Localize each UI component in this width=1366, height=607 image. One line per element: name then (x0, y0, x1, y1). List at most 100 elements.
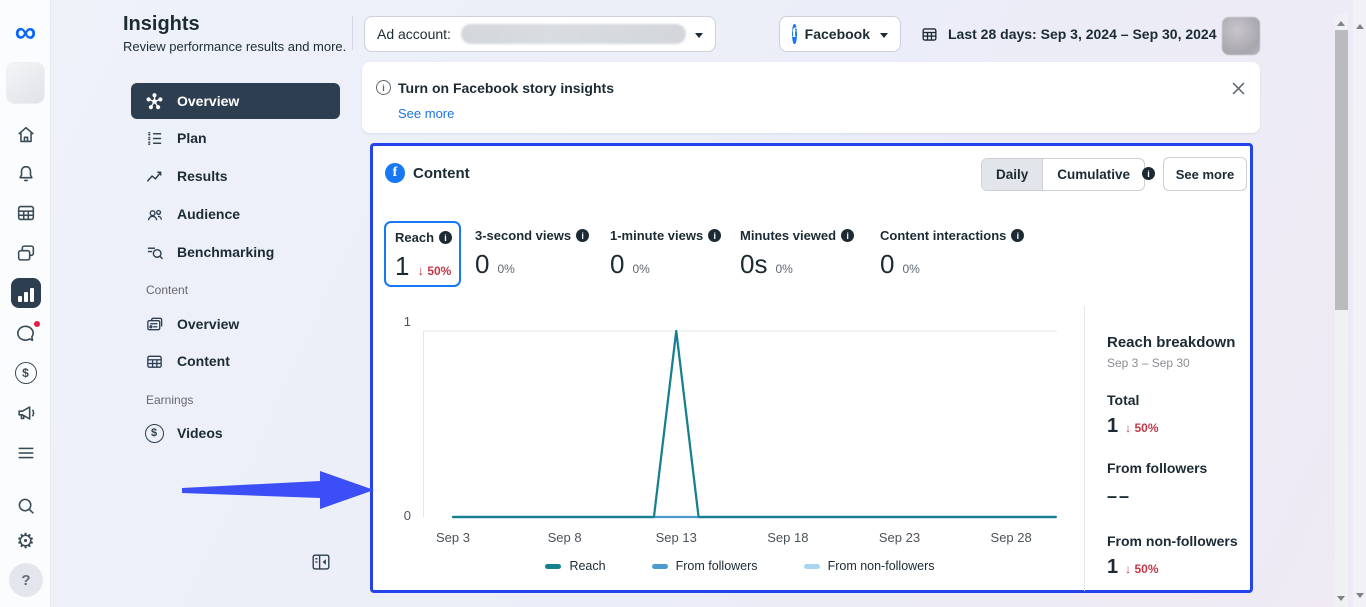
banner-see-more-link[interactable]: See more (398, 106, 454, 121)
ad-account-label: Ad account: (377, 26, 451, 42)
metric-1-minute-views[interactable]: 1-minute viewsi 00% (610, 228, 721, 280)
sidebar-item-audience[interactable]: Audience (131, 196, 340, 232)
metric-label: Content interactions (880, 228, 1006, 243)
metric-delta: 0% (497, 262, 514, 276)
sidebar-item-label: Benchmarking (177, 244, 274, 260)
metric-minutes-viewed[interactable]: Minutes viewedi 0s0% (740, 228, 854, 280)
inbox-chat-icon[interactable] (0, 318, 51, 348)
post-card-icon (144, 314, 164, 334)
breakdown-row-value: 1 ↓ 50% (1107, 556, 1256, 579)
reach-line-chart[interactable] (423, 321, 1057, 528)
date-range-label: Last 28 days: Sep 3, 2024 – Sep 30, 2024 (948, 26, 1217, 42)
all-tools-menu-icon[interactable] (0, 438, 51, 468)
settings-gear-icon[interactable]: ⚙ (0, 527, 51, 557)
sidebar-item-label: Overview (177, 93, 239, 109)
planner-calendar-icon[interactable] (0, 198, 51, 228)
legend-item-from-followers[interactable]: From followers (652, 559, 758, 573)
sidebar-item-videos[interactable]: $ Videos (131, 415, 340, 451)
breakdown-title: Reach breakdown (1107, 334, 1256, 351)
table-grid-icon (144, 351, 164, 371)
sidebar-item-content-content[interactable]: Content (131, 343, 340, 379)
info-icon[interactable]: i (1142, 167, 1155, 180)
calendar-icon (920, 25, 939, 44)
page-subtitle: Review performance results and more. (123, 39, 346, 54)
notifications-bell-icon[interactable] (0, 159, 51, 189)
collapse-sidebar-icon[interactable] (310, 551, 332, 578)
info-icon: i (576, 229, 589, 242)
x-axis-tick: Sep 18 (758, 530, 818, 545)
metric-value: 1 (395, 251, 409, 282)
metric-label: Minutes viewed (740, 228, 836, 243)
user-avatar[interactable] (1222, 17, 1260, 55)
ad-account-value-redacted (461, 24, 686, 44)
y-axis-tick-0: 0 (391, 508, 411, 523)
monetization-dollar-icon[interactable]: $ (0, 358, 51, 388)
ad-account-dropdown[interactable]: Ad account: (364, 16, 716, 52)
legend-item-reach[interactable]: Reach (545, 559, 605, 573)
meta-logo[interactable]: ∞ (0, 18, 51, 48)
metric-3-second-views[interactable]: 3-second viewsi 00% (475, 228, 589, 280)
x-axis-tick: Sep 13 (646, 530, 706, 545)
reach-breakdown-panel: Reach breakdown Sep 3 – Sep 30 Total 1 ↓… (1084, 306, 1256, 591)
help-button[interactable]: ? (9, 563, 43, 597)
content-insights-card: f Content Daily Cumulative i See more Re… (370, 143, 1253, 593)
sidebar-item-benchmarking[interactable]: Benchmarking (131, 234, 340, 270)
x-axis-tick: Sep 28 (981, 530, 1041, 545)
sidebar-item-results[interactable]: Results (131, 158, 340, 194)
search-icon[interactable] (0, 491, 51, 521)
legend-swatch-from-non-followers (804, 564, 820, 569)
info-icon: i (376, 80, 391, 95)
story-insights-banner (362, 62, 1260, 133)
page-scroll-up-arrow-icon[interactable] (1356, 20, 1364, 29)
breakdown-row-value: 1 ↓ 50% (1107, 415, 1256, 438)
info-icon: i (708, 229, 721, 242)
series-line-from-non-followers (453, 331, 1056, 517)
content-scrollbar-thumb[interactable] (1335, 30, 1348, 310)
series-line-reach (453, 331, 1056, 517)
sidebar-item-overview[interactable]: Overview (131, 83, 340, 119)
metric-delta: 0% (775, 262, 792, 276)
sidebar-item-plan[interactable]: Plan (131, 120, 340, 156)
chevron-down-icon (880, 33, 888, 42)
breakdown-row-label: Total (1107, 392, 1256, 408)
legend-swatch-from-followers (652, 564, 668, 569)
toggle-daily[interactable]: Daily (982, 159, 1042, 190)
x-axis-tick: Sep 8 (535, 530, 595, 545)
business-avatar[interactable] (7, 63, 44, 103)
trend-line-icon (144, 166, 164, 186)
ads-megaphone-icon[interactable] (0, 398, 51, 428)
x-axis-ticks: Sep 3Sep 8Sep 13Sep 18Sep 23Sep 28 (423, 530, 1057, 546)
scroll-up-arrow-icon[interactable] (1337, 17, 1345, 26)
legend-item-from-non-followers[interactable]: From non-followers (804, 559, 935, 573)
card-see-more-button[interactable]: See more (1163, 157, 1247, 191)
home-icon[interactable] (0, 120, 51, 150)
metric-reach[interactable]: Reachi 1 ↓ 50% (384, 221, 461, 287)
platform-dropdown[interactable]: f Facebook (779, 16, 901, 52)
metric-value: 0 (610, 249, 624, 280)
app-rail: ∞ $ (0, 0, 51, 607)
question-mark-icon: ? (21, 572, 30, 589)
date-range-picker[interactable]: Last 28 days: Sep 3, 2024 – Sep 30, 2024 (920, 16, 1235, 52)
y-axis-tick-1: 1 (391, 314, 411, 329)
metric-delta: 0% (902, 262, 919, 276)
card-title: Content (413, 165, 470, 182)
x-axis-tick: Sep 23 (870, 530, 930, 545)
hub-icon (144, 91, 164, 111)
sidebar-item-content-overview[interactable]: Overview (131, 306, 340, 342)
metric-value: 0s (740, 249, 767, 280)
toggle-cumulative[interactable]: Cumulative (1042, 159, 1144, 190)
close-icon[interactable] (1228, 78, 1248, 98)
header-divider (352, 16, 353, 50)
info-icon: i (439, 231, 452, 244)
breakdown-row-value: –– (1107, 486, 1256, 507)
metric-content-interactions[interactable]: Content interactionsi 00% (880, 228, 1024, 280)
dollar-circle-icon: $ (144, 423, 164, 443)
page-scrollbar-track[interactable] (1353, 0, 1366, 607)
page-scroll-down-arrow-icon[interactable] (1356, 593, 1364, 602)
content-pages-icon[interactable] (0, 238, 51, 268)
breakdown-row-label: From non-followers (1107, 533, 1256, 549)
insights-active-icon[interactable] (11, 278, 41, 308)
metric-value: 0 (880, 249, 894, 280)
numbered-list-icon (144, 128, 164, 148)
scroll-down-arrow-icon[interactable] (1337, 596, 1345, 605)
